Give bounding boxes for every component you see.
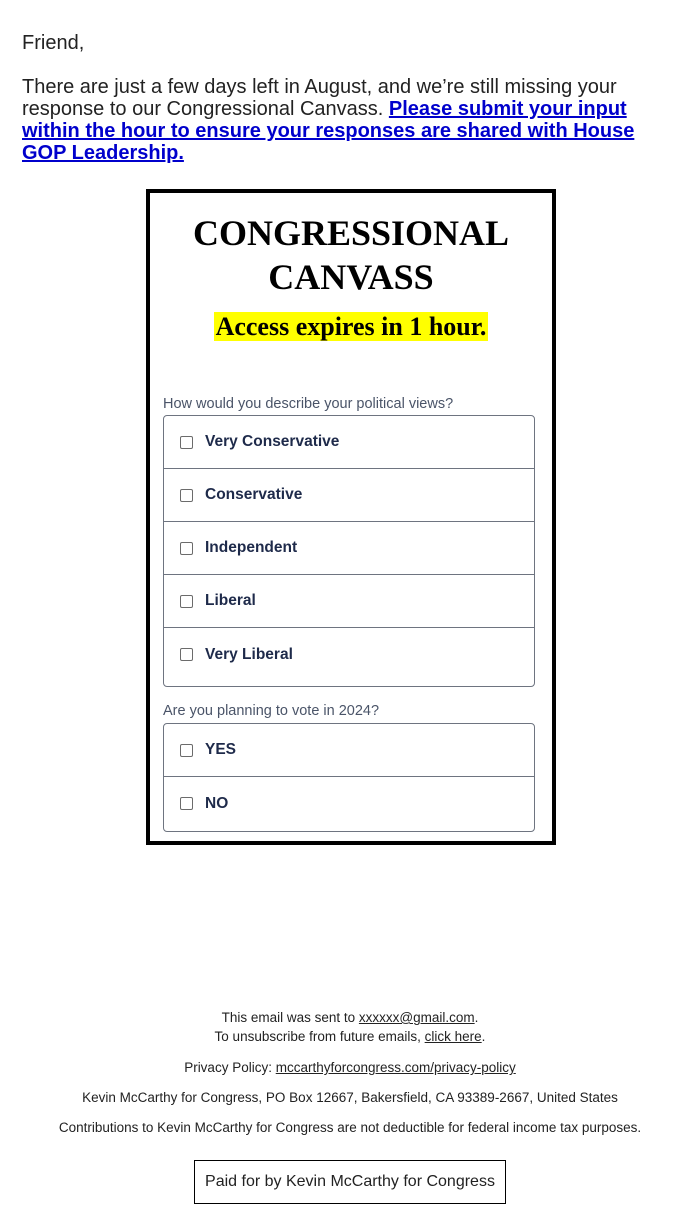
privacy-policy-link[interactable]: mccarthyforcongress.com/privacy-policy xyxy=(276,1060,516,1075)
expires-text: Access expires in 1 hour. xyxy=(213,312,489,341)
unsubscribe-link[interactable]: click here xyxy=(425,1029,482,1044)
unsub-suffix: . xyxy=(481,1029,486,1044)
checkbox-icon[interactable] xyxy=(180,594,193,608)
vote-2024-options: YES NO xyxy=(163,723,535,832)
canvass-title: CONGRESSIONAL CANVASS xyxy=(192,213,510,297)
mailing-address: Kevin McCarthy for Congress, PO Box 1266… xyxy=(82,1090,618,1105)
political-views-options: Very Conservative Conservative Independe… xyxy=(163,415,535,687)
recipient-email-link[interactable]: xxxxxx@gmail.com xyxy=(359,1010,475,1025)
question-vote-2024: Are you planning to vote in 2024? xyxy=(163,703,380,719)
option-label: Very Conservative xyxy=(205,433,340,450)
question-political-views: How would you describe your political vi… xyxy=(163,396,454,412)
intro-paragraph: There are just a few days left in August… xyxy=(22,76,662,164)
option-label: Very Liberal xyxy=(205,645,293,663)
option-label: NO xyxy=(205,794,229,812)
expires-banner: Access expires in 1 hour. xyxy=(150,311,552,343)
checkbox-icon[interactable] xyxy=(180,648,193,661)
tax-disclaimer: Contributions to Kevin McCarthy for Cong… xyxy=(58,1120,642,1135)
checkbox-icon[interactable] xyxy=(180,797,193,810)
checkbox-icon[interactable] xyxy=(180,435,193,449)
option-label: Independent xyxy=(205,539,298,556)
unsubscribe-line: To unsubscribe from future emails, click… xyxy=(0,1027,700,1046)
greeting: Friend, xyxy=(22,32,85,54)
option-very-conservative[interactable]: Very Conservative xyxy=(164,416,534,469)
checkbox-icon[interactable] xyxy=(180,743,193,757)
option-yes[interactable]: YES xyxy=(164,724,534,777)
paid-for-box: Paid for by Kevin McCarthy for Congress xyxy=(194,1160,506,1204)
footer-sent-info: This email was sent to xxxxxx@gmail.com.… xyxy=(0,1008,700,1046)
option-label: Conservative xyxy=(205,486,303,503)
option-no[interactable]: NO xyxy=(164,777,534,830)
option-very-liberal[interactable]: Very Liberal xyxy=(164,628,534,681)
option-conservative[interactable]: Conservative xyxy=(164,469,534,522)
sent-to-line: This email was sent to xxxxxx@gmail.com. xyxy=(0,1008,700,1027)
option-liberal[interactable]: Liberal xyxy=(164,575,534,628)
checkbox-icon[interactable] xyxy=(180,488,193,502)
option-label: Liberal xyxy=(205,592,256,609)
privacy-prefix: Privacy Policy: xyxy=(184,1060,276,1075)
intro-section: Friend, There are just a few days left i… xyxy=(22,32,662,164)
option-label: YES xyxy=(205,741,237,758)
unsub-prefix: To unsubscribe from future emails, xyxy=(214,1029,425,1044)
option-independent[interactable]: Independent xyxy=(164,522,534,575)
sent-suffix: . xyxy=(474,1010,479,1025)
canvass-card[interactable]: CONGRESSIONAL CANVASS Access expires in … xyxy=(146,189,556,845)
checkbox-icon[interactable] xyxy=(180,541,193,555)
sent-prefix: This email was sent to xyxy=(221,1010,359,1025)
privacy-line: Privacy Policy: mccarthyforcongress.com/… xyxy=(0,1060,700,1075)
